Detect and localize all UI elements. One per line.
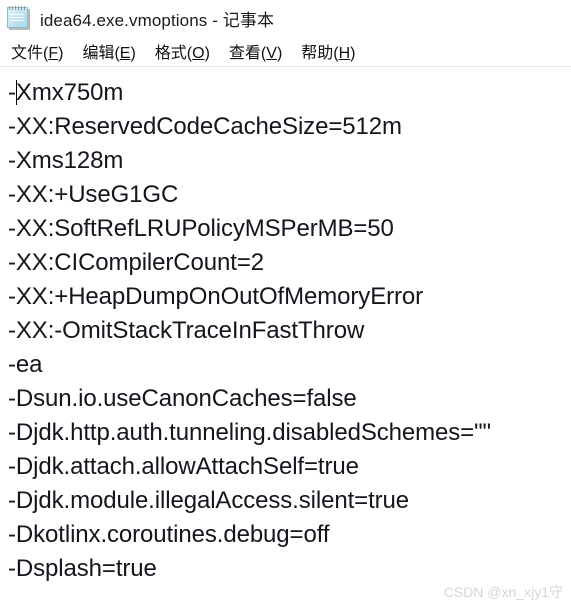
text-editor-area[interactable]: -Xmx750m -XX:ReservedCodeCacheSize=512m … [0,67,571,608]
text-line-prefix: - [8,79,16,106]
menu-item-file-tail: ) [58,45,64,62]
menu-item-view-key: V [266,45,277,62]
text-line[interactable]: -Xmx750m [8,76,571,110]
text-line[interactable]: -Djdk.module.illegalAccess.silent=true [8,484,571,518]
menu-item-view[interactable]: 查看(V) [229,39,282,63]
window-title: idea64.exe.vmoptions - 记事本 [40,10,275,30]
text-line[interactable]: -Xms128m [8,144,571,178]
notepad-icon [6,5,32,31]
text-line[interactable]: -ea [8,348,571,382]
menu-item-edit[interactable]: 编辑(E) [82,39,135,63]
menu-item-file-key: F [48,45,59,62]
text-line[interactable]: -XX:CICompilerCount=2 [8,246,571,280]
menu-item-edit-key: E [119,45,131,62]
menu-item-file[interactable]: 文件(F) [11,39,63,63]
text-line-rest: Xmx750m [15,79,124,106]
text-line[interactable]: -XX:+UseG1GC [8,178,571,212]
text-line[interactable]: -Djdk.attach.allowAttachSelf=true [8,450,571,484]
text-line[interactable]: -XX:-OmitStackTraceInFastThrow [8,314,571,348]
text-line[interactable]: -Djdk.http.auth.tunneling.disabledScheme… [8,416,571,450]
text-line[interactable]: -Dsun.io.useCanonCaches=false [8,382,571,416]
menu-item-view-tail: ) [276,45,283,62]
text-line[interactable]: -XX:SoftRefLRUPolicyMSPerMB=50 [8,212,571,246]
menu-bar: 文件(F) 编辑(E) 格式(O) 查看(V) 帮助(H) [0,36,571,66]
text-line[interactable]: -XX:+HeapDumpOnOutOfMemoryError [8,280,571,314]
menu-item-format-key: O [192,45,205,62]
menu-item-help[interactable]: 帮助(H) [301,39,355,63]
text-line[interactable]: -XX:ReservedCodeCacheSize=512m [8,110,571,144]
menu-item-help-key: H [338,45,351,62]
menu-item-view-head: 查看( [228,45,267,62]
text-line[interactable]: -Dkotlinx.coroutines.debug=off [8,518,571,552]
csdn-watermark: CSDN @xn_xjy1守 [443,584,563,600]
text-line[interactable]: -Dsplash=true [8,552,571,586]
menu-item-format-head: 格式( [154,45,193,62]
menu-item-help-head: 帮助( [301,45,339,62]
menu-item-format[interactable]: 格式(O) [155,39,210,63]
menu-item-edit-head: 编辑( [82,45,120,62]
title-bar: idea64.exe.vmoptions - 记事本 [0,0,571,36]
menu-item-help-tail: ) [350,45,356,62]
menu-item-file-head: 文件( [11,45,49,62]
menu-item-format-tail: ) [204,45,210,62]
menu-item-edit-tail: ) [130,45,136,62]
